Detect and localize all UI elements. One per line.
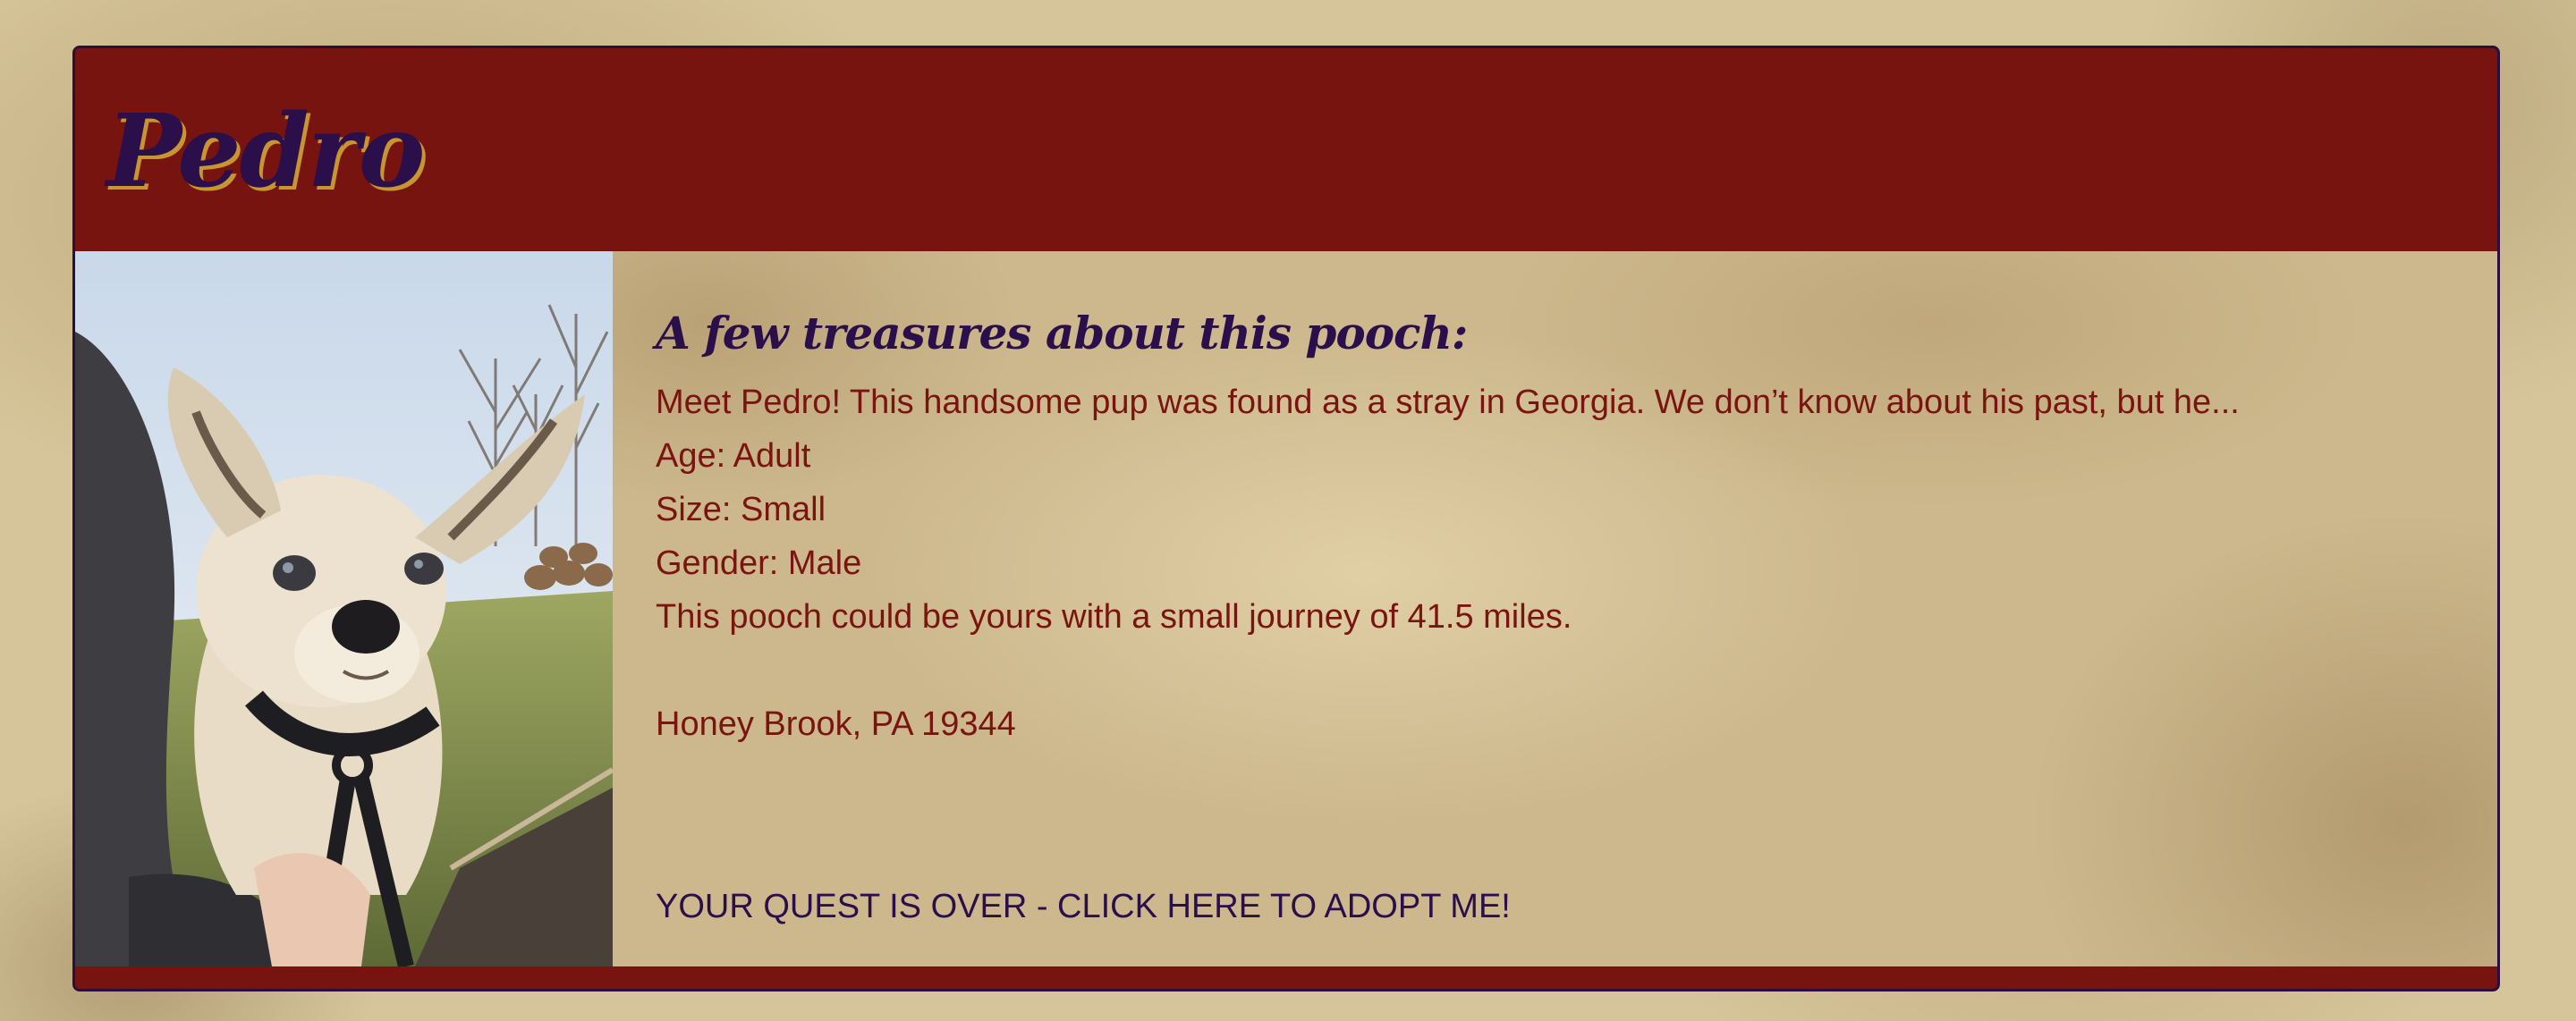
- pet-distance: This pooch could be yours with a small j…: [656, 598, 1572, 636]
- card-footer: [75, 966, 2497, 989]
- card-body: A few treasures about this pooch: Meet P…: [75, 251, 2497, 966]
- adopt-me-link[interactable]: YOUR QUEST IS OVER - CLICK HERE TO ADOPT…: [656, 888, 1511, 926]
- pet-age: Age: Adult: [656, 437, 811, 475]
- pet-info-panel: A few treasures about this pooch: Meet P…: [613, 251, 2497, 966]
- pet-photo: [75, 251, 613, 966]
- dog-photo-illustration: [75, 251, 613, 966]
- info-heading: A few treasures about this pooch:: [656, 307, 1468, 359]
- pet-size: Size: Small: [656, 491, 826, 528]
- pet-name-title: Pedro: [106, 93, 425, 210]
- pet-location: Honey Brook, PA 19344: [656, 705, 1016, 743]
- pet-gender: Gender: Male: [656, 544, 862, 582]
- pet-description: Meet Pedro! This handsome pup was found …: [656, 384, 2240, 421]
- pet-card: Pedro A few treasures about this pooch: …: [72, 46, 2500, 991]
- card-header: Pedro: [75, 48, 2497, 251]
